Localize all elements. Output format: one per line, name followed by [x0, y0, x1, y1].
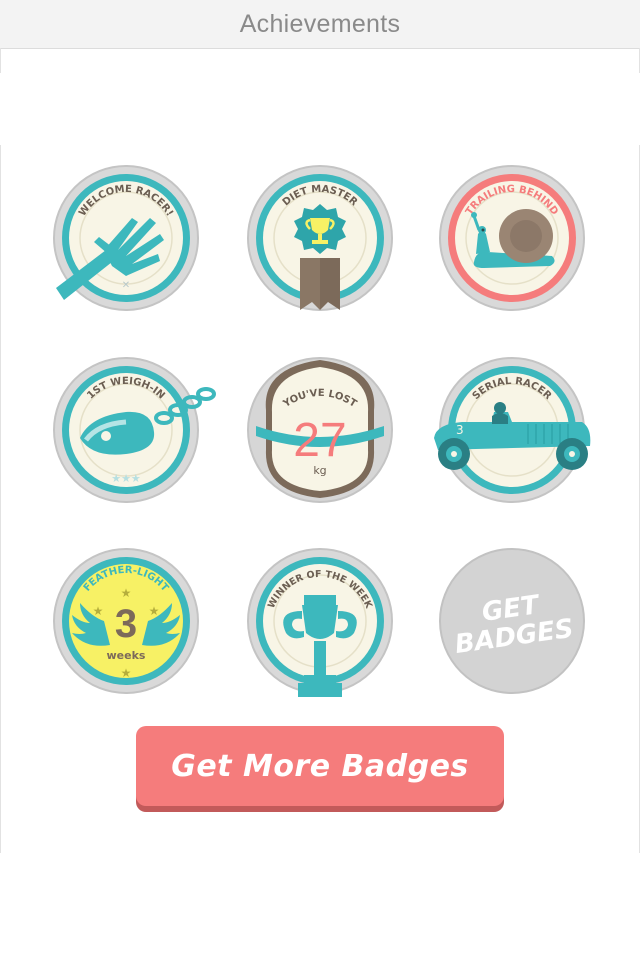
get-badges-graphic: GET BADGES	[439, 548, 585, 694]
badge-welcome-racer[interactable]: WELCOME RACER! ✕	[46, 158, 206, 318]
svg-text:✕: ✕	[122, 280, 130, 291]
weeks-value: 3	[115, 602, 137, 646]
badge-diet-master-graphic: DIET MASTER	[247, 165, 393, 311]
svg-text:★: ★	[149, 604, 160, 618]
weeks-unit: weeks	[107, 649, 146, 662]
car-number: 3	[456, 423, 464, 437]
get-more-badges-label: Get More Badges	[171, 748, 469, 784]
lost-unit: kg	[313, 464, 326, 477]
get-more-badges-button[interactable]: Get More Badges	[136, 726, 504, 806]
divider	[0, 48, 1, 73]
svg-text:★: ★	[121, 666, 132, 680]
badge-winner-of-the-week[interactable]: WINNER OF THE WEEK	[240, 541, 400, 701]
badge-serial-racer[interactable]: SERIAL RACER 3	[432, 350, 592, 510]
badge-serial-racer-graphic: SERIAL RACER 3	[434, 357, 591, 503]
badge-welcome-racer-graphic: WELCOME RACER! ✕	[53, 165, 199, 311]
badge-diet-master[interactable]: DIET MASTER	[240, 158, 400, 318]
svg-text:★: ★	[93, 604, 104, 618]
badge-first-weigh-in-graphic: 1ST WEIGH-IN ★★★	[53, 357, 216, 503]
badge-feather-light[interactable]: FEATHER-LIGHT ★ ★ ★ ★ 3 weeks	[46, 541, 206, 701]
svg-text:★★★: ★★★	[111, 472, 141, 485]
get-badges-button[interactable]: GET BADGES	[432, 541, 592, 701]
badge-trailing-behind[interactable]: TRAILING BEHIND	[432, 158, 592, 318]
badge-youve-lost[interactable]: YOU'VE LOST 27 kg	[240, 350, 400, 510]
badge-first-weigh-in[interactable]: 1ST WEIGH-IN ★★★	[46, 350, 216, 510]
badge-trailing-behind-graphic: TRAILING BEHIND	[439, 165, 585, 311]
badge-winner-graphic: WINNER OF THE WEEK	[247, 548, 393, 697]
nav-bar: Achievements	[0, 0, 640, 49]
lost-value: 27	[293, 414, 346, 467]
page-title: Achievements	[239, 9, 401, 38]
svg-text:★: ★	[121, 586, 132, 600]
badge-feather-light-graphic: FEATHER-LIGHT ★ ★ ★ ★ 3 weeks	[53, 548, 199, 694]
badge-youve-lost-graphic: YOU'VE LOST 27 kg	[247, 357, 393, 503]
